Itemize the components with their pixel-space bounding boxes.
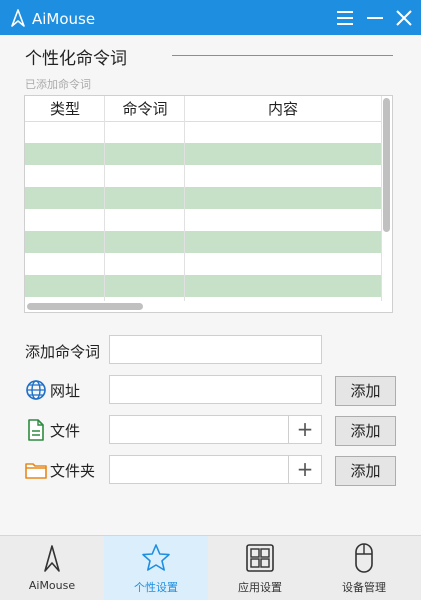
url-label: 网址 [50, 382, 81, 400]
column-divider [104, 96, 105, 301]
section-title: 个性化命令词 [25, 49, 127, 69]
mouse-icon [355, 543, 373, 573]
folder-icon [25, 463, 47, 479]
folder-path-input[interactable]: + [109, 455, 322, 484]
app-window: AiMouse 个性化命令词 已添加命令词 类型 命令词 内容 添加命令词 网址… [0, 0, 421, 600]
menu-icon[interactable] [333, 6, 357, 30]
file-icon [28, 419, 44, 441]
close-icon[interactable] [392, 6, 416, 30]
command-table[interactable]: 类型 命令词 内容 [24, 95, 393, 313]
file-path-input[interactable]: + [109, 415, 322, 444]
table-row[interactable] [25, 253, 381, 275]
column-divider [184, 96, 185, 301]
table-row[interactable] [25, 187, 381, 209]
section-subtitle: 已添加命令词 [25, 78, 91, 91]
table-row[interactable] [25, 143, 381, 165]
add-command-label: 添加命令词 [25, 343, 101, 361]
table-row[interactable] [25, 275, 381, 297]
table-row[interactable] [25, 231, 381, 253]
column-header-command[interactable]: 命令词 [105, 98, 185, 119]
nav-item-device-management[interactable]: 设备管理 [312, 536, 416, 600]
aimouse-nav-icon [44, 545, 60, 572]
bottom-nav: AiMouse 个性设置 应用设置 设备管理 [0, 535, 421, 600]
nav-label-device-management: 设备管理 [342, 581, 386, 594]
column-header-content[interactable]: 内容 [185, 98, 381, 119]
folder-label: 文件夹 [50, 462, 96, 480]
title-bar: AiMouse [0, 0, 421, 35]
browse-folder-plus-button[interactable]: + [288, 456, 321, 483]
add-folder-button[interactable]: 添加 [335, 456, 396, 486]
browse-file-plus-button[interactable]: + [288, 416, 321, 443]
table-row[interactable] [25, 165, 381, 187]
table-header: 类型 命令词 内容 [25, 96, 381, 122]
horizontal-scrollbar[interactable] [27, 303, 143, 310]
section-divider [172, 55, 393, 56]
nav-label-app-settings: 应用设置 [238, 581, 282, 594]
nav-label-aimouse: AiMouse [28, 579, 76, 592]
column-divider [381, 96, 382, 301]
nav-item-aimouse[interactable]: AiMouse [0, 536, 104, 600]
file-label: 文件 [50, 422, 81, 440]
globe-icon [26, 380, 46, 400]
minimize-icon[interactable] [363, 6, 387, 30]
add-file-button[interactable]: 添加 [335, 416, 396, 446]
nav-label-personal-settings: 个性设置 [134, 581, 178, 594]
command-word-input[interactable] [109, 335, 322, 364]
table-row[interactable] [25, 121, 381, 143]
add-url-button[interactable]: 添加 [335, 376, 396, 406]
grid-icon [246, 544, 274, 572]
vertical-scrollbar[interactable] [383, 98, 390, 232]
app-title: AiMouse [32, 10, 96, 28]
nav-item-personal-settings[interactable]: 个性设置 [104, 536, 208, 600]
table-row[interactable] [25, 209, 381, 231]
column-header-type[interactable]: 类型 [25, 98, 105, 119]
star-icon [142, 544, 170, 571]
url-input[interactable] [109, 375, 322, 404]
aimouse-logo-icon [11, 9, 25, 27]
nav-item-app-settings[interactable]: 应用设置 [208, 536, 312, 600]
